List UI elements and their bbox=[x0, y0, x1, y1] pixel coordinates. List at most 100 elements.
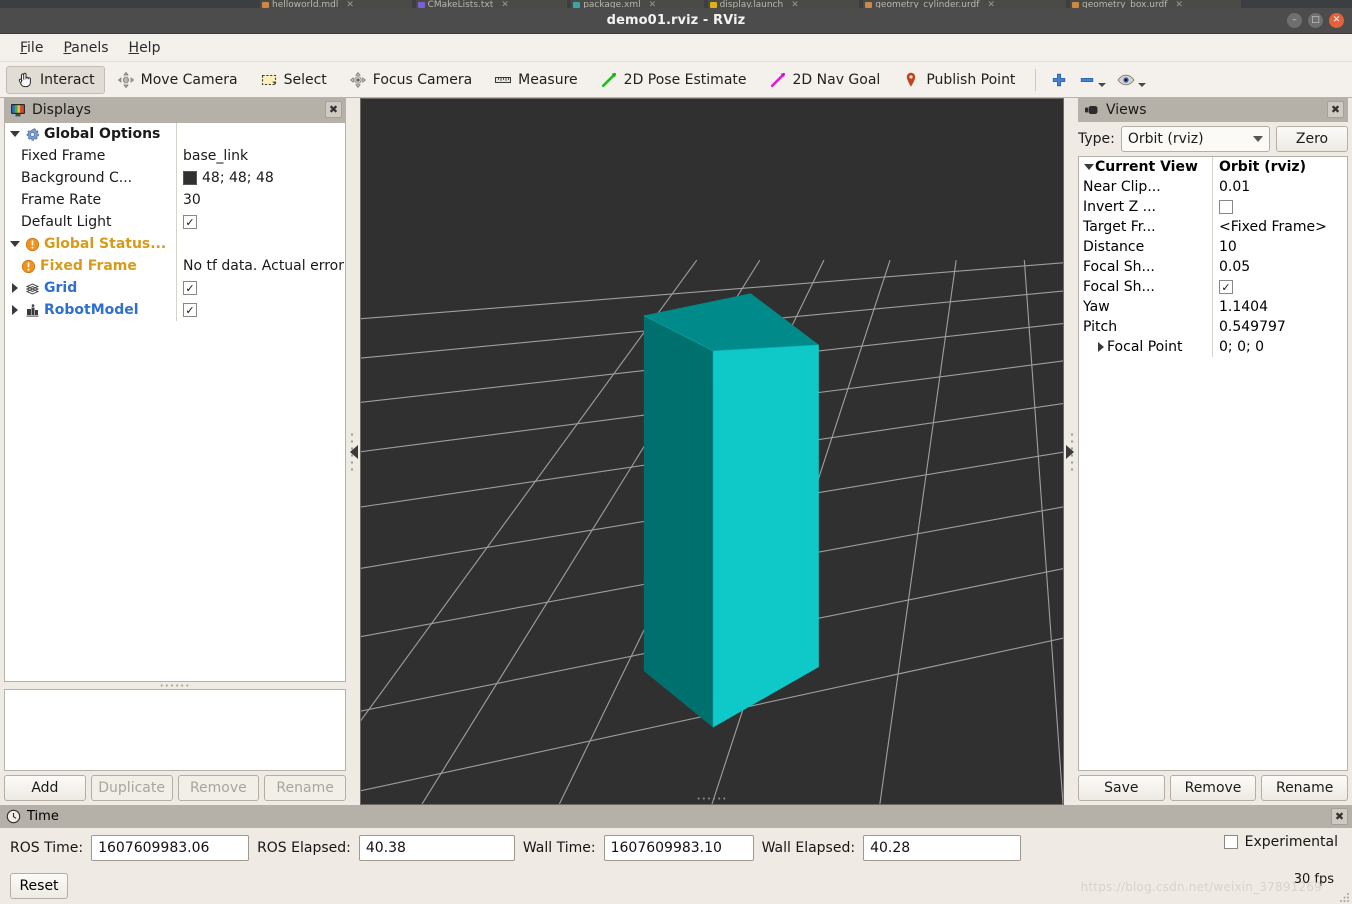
tree-row-frame-rate[interactable]: Frame Rate 30 bbox=[5, 189, 345, 211]
chevron-down-icon bbox=[1253, 136, 1263, 142]
color-swatch[interactable] bbox=[183, 171, 197, 185]
tool-select[interactable]: Select bbox=[250, 66, 337, 94]
experimental-toggle[interactable]: Experimental bbox=[1223, 834, 1338, 850]
views-tree[interactable]: Current View Orbit (rviz) Near Clip... 0… bbox=[1078, 156, 1348, 771]
tree-row-background-color[interactable]: Background C... 48; 48; 48 bbox=[5, 167, 345, 189]
views-row-label: Yaw bbox=[1083, 299, 1110, 315]
camera-view-toggle-button[interactable] bbox=[1112, 69, 1150, 91]
views-row-yaw[interactable]: Yaw 1.1404 bbox=[1079, 297, 1347, 317]
ros-time-input[interactable]: 1607609983.06 bbox=[91, 835, 250, 861]
remove-view-button[interactable]: Remove bbox=[1169, 774, 1257, 801]
menu-file[interactable]: File bbox=[10, 37, 53, 59]
plus-icon bbox=[1053, 73, 1066, 86]
tree-row-default-light[interactable]: Default Light ✓ bbox=[5, 211, 345, 233]
twisty-open-icon[interactable] bbox=[1083, 164, 1095, 170]
time-panel-close-icon[interactable]: ✖ bbox=[1331, 808, 1348, 825]
views-row-value[interactable]: 0.549797 bbox=[1219, 319, 1286, 335]
views-row-label: Focal Sh... bbox=[1083, 279, 1155, 295]
viewport-grip: •••••• bbox=[696, 795, 728, 803]
view-type-select[interactable]: Orbit (rviz) bbox=[1120, 126, 1270, 152]
focal-shape-fixed-checkbox[interactable]: ✓ bbox=[1219, 280, 1233, 294]
views-row-value: Orbit (rviz) bbox=[1219, 159, 1306, 175]
tool-2d-pose-estimate[interactable]: 2D Pose Estimate bbox=[590, 66, 757, 94]
camera-icon bbox=[1085, 106, 1098, 114]
minus-icon bbox=[1081, 77, 1094, 82]
views-row-value[interactable]: 10 bbox=[1219, 239, 1237, 255]
menu-help[interactable]: Help bbox=[119, 37, 171, 59]
time-panel: Time ✖ ROS Time: 1607609983.06 ROS Elaps… bbox=[0, 805, 1352, 904]
views-row-target-frame[interactable]: Target Fr... <Fixed Frame> bbox=[1079, 217, 1347, 237]
tool-focus-camera[interactable]: Focus Camera bbox=[339, 66, 482, 94]
tree-row-value[interactable]: 30 bbox=[183, 192, 201, 208]
window-resize-grip[interactable] bbox=[1338, 891, 1350, 903]
wall-time-input[interactable]: 1607609983.10 bbox=[603, 835, 754, 861]
collapse-left-arrow-icon[interactable] bbox=[350, 444, 358, 459]
views-row-distance[interactable]: Distance 10 bbox=[1079, 237, 1347, 257]
tree-row-value[interactable]: 48; 48; 48 bbox=[202, 170, 274, 186]
tree-row-global-options[interactable]: Global Options bbox=[5, 123, 345, 145]
views-row-value[interactable]: <Fixed Frame> bbox=[1219, 219, 1327, 235]
views-row-focal-point[interactable]: Focal Point 0; 0; 0 bbox=[1079, 337, 1347, 357]
views-row-focal-shape-size[interactable]: Focal Sh... 0.05 bbox=[1079, 257, 1347, 277]
twisty-closed-icon[interactable] bbox=[9, 283, 21, 293]
warning-icon bbox=[21, 259, 36, 273]
tree-row-fixed-frame[interactable]: Fixed Frame base_link bbox=[5, 145, 345, 167]
invert-z-checkbox[interactable] bbox=[1219, 200, 1233, 214]
views-row-near-clip[interactable]: Near Clip... 0.01 bbox=[1079, 177, 1347, 197]
camera-zoom-in-button[interactable] bbox=[1046, 69, 1072, 91]
chevron-down-icon[interactable] bbox=[1138, 82, 1147, 87]
save-view-button[interactable]: Save bbox=[1078, 774, 1165, 801]
camera-zoom-out-button[interactable] bbox=[1074, 69, 1110, 91]
displays-splitter[interactable]: •••••• bbox=[4, 682, 346, 690]
views-row-pitch[interactable]: Pitch 0.549797 bbox=[1079, 317, 1347, 337]
chevron-down-icon[interactable] bbox=[1098, 82, 1107, 87]
views-row-current-view[interactable]: Current View Orbit (rviz) bbox=[1079, 157, 1347, 177]
twisty-open-icon[interactable] bbox=[9, 241, 21, 247]
tool-interact[interactable]: Interact bbox=[6, 65, 105, 94]
menu-panels[interactable]: Panels bbox=[53, 37, 118, 59]
tool-publish-point[interactable]: Publish Point bbox=[892, 66, 1025, 94]
robot-model-checkbox[interactable]: ✓ bbox=[183, 303, 197, 317]
tool-2d-nav-goal[interactable]: 2D Nav Goal bbox=[759, 66, 891, 94]
tree-row-label: Fixed Frame bbox=[40, 258, 137, 274]
default-light-checkbox[interactable]: ✓ bbox=[183, 215, 197, 229]
twisty-closed-icon[interactable] bbox=[1095, 342, 1107, 352]
menubar: File Panels Help bbox=[0, 34, 1352, 62]
views-row-focal-shape-fixed[interactable]: Focal Sh... ✓ bbox=[1079, 277, 1347, 297]
ruler-icon bbox=[495, 76, 512, 83]
displays-panel-close-icon[interactable]: ✖ bbox=[325, 101, 342, 118]
maximize-button[interactable]: □ bbox=[1308, 13, 1323, 28]
rename-view-button[interactable]: Rename bbox=[1261, 774, 1349, 801]
right-splitter-handle[interactable] bbox=[1064, 98, 1076, 805]
experimental-checkbox[interactable] bbox=[1223, 835, 1238, 849]
magenta-arrow-icon bbox=[770, 72, 785, 87]
tool-move-camera[interactable]: Move Camera bbox=[107, 66, 248, 94]
zero-button[interactable]: Zero bbox=[1276, 126, 1348, 152]
views-panel-close-icon[interactable]: ✖ bbox=[1327, 101, 1344, 118]
views-row-invert-z[interactable]: Invert Z ... bbox=[1079, 197, 1347, 217]
ros-elapsed-input[interactable]: 40.38 bbox=[358, 835, 515, 861]
views-row-value[interactable]: 0; 0; 0 bbox=[1219, 339, 1264, 355]
minimize-button[interactable]: – bbox=[1287, 13, 1302, 28]
add-display-button[interactable]: Add bbox=[4, 774, 86, 801]
3d-scene bbox=[361, 99, 1063, 804]
twisty-open-icon[interactable] bbox=[9, 131, 21, 137]
tool-measure[interactable]: Measure bbox=[484, 66, 588, 94]
views-row-value[interactable]: 1.1404 bbox=[1219, 299, 1268, 315]
views-row-value[interactable]: 0.05 bbox=[1219, 259, 1250, 275]
twisty-closed-icon[interactable] bbox=[9, 305, 21, 315]
tree-row-value[interactable]: base_link bbox=[183, 148, 248, 164]
3d-render-viewport[interactable]: •••••• bbox=[360, 98, 1064, 805]
displays-tree[interactable]: Global Options Fixed Frame base_link Bac… bbox=[4, 122, 346, 682]
collapse-right-arrow-icon[interactable] bbox=[1066, 444, 1074, 459]
grid-checkbox[interactable]: ✓ bbox=[183, 281, 197, 295]
tree-row-global-status[interactable]: Global Status... bbox=[5, 233, 345, 255]
views-row-value[interactable]: 0.01 bbox=[1219, 179, 1250, 195]
reset-button[interactable]: Reset bbox=[10, 873, 68, 899]
tree-row-status-fixed-frame[interactable]: Fixed Frame No tf data. Actual error: Fi… bbox=[5, 255, 345, 277]
left-splitter-handle[interactable] bbox=[348, 98, 360, 805]
tree-row-grid[interactable]: Grid ✓ bbox=[5, 277, 345, 299]
wall-elapsed-input[interactable]: 40.28 bbox=[863, 835, 1022, 861]
tree-row-robot-model[interactable]: RobotModel ✓ bbox=[5, 299, 345, 321]
close-button[interactable]: ✕ bbox=[1329, 13, 1344, 28]
